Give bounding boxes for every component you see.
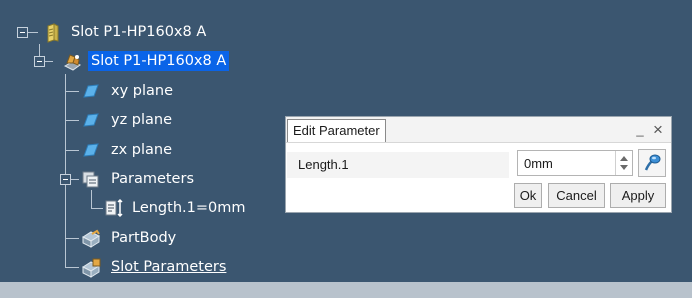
tree-connector bbox=[91, 208, 103, 209]
dialog-titlebar[interactable]: Edit Parameter _ × bbox=[286, 117, 671, 143]
minimize-icon: _ bbox=[636, 122, 644, 137]
tree-item-label: Slot P1-HP160x8 A bbox=[71, 24, 207, 40]
collapse-toggle-root[interactable] bbox=[17, 27, 28, 38]
tree-item-label: Slot P1-HP160x8 A bbox=[88, 51, 230, 71]
status-strip bbox=[0, 282, 692, 298]
apply-button[interactable]: Apply bbox=[610, 183, 666, 208]
knowledge-parameters-icon[interactable] bbox=[80, 257, 102, 279]
tree-item-root[interactable]: Slot P1-HP160x8 A bbox=[68, 19, 209, 45]
edit-parameter-dialog: Edit Parameter _ × Length.1 Ok Cancel Ap… bbox=[285, 116, 672, 213]
tree-item-parameters[interactable]: Parameters bbox=[108, 166, 197, 192]
collapse-toggle-parameters[interactable] bbox=[60, 174, 71, 185]
tree-item-label: xy plane bbox=[111, 83, 174, 99]
value-input[interactable] bbox=[518, 151, 614, 175]
plane-icon[interactable] bbox=[80, 81, 102, 103]
parameters-icon[interactable] bbox=[80, 169, 102, 191]
tree-connector bbox=[65, 91, 79, 92]
product-icon[interactable] bbox=[42, 22, 64, 44]
close-icon: × bbox=[653, 120, 663, 139]
tree-connector bbox=[28, 32, 38, 33]
dialog-title: Edit Parameter bbox=[287, 119, 386, 142]
tree-item-zx-plane[interactable]: zx plane bbox=[108, 137, 175, 163]
tree-connector bbox=[65, 238, 79, 239]
cancel-button[interactable]: Cancel bbox=[548, 183, 605, 208]
value-spinbox[interactable] bbox=[517, 150, 633, 176]
tree-item-label: yz plane bbox=[111, 112, 173, 128]
spin-down-icon[interactable] bbox=[620, 165, 628, 170]
tree-item-yz-plane[interactable]: yz plane bbox=[108, 107, 175, 133]
tree-connector bbox=[65, 267, 79, 268]
partbody-icon[interactable] bbox=[80, 228, 102, 250]
ok-button[interactable]: Ok bbox=[514, 183, 542, 208]
tree-item-label: Slot Parameters bbox=[111, 259, 227, 275]
length-parameter-icon[interactable] bbox=[104, 197, 126, 219]
tree-item-label: zx plane bbox=[111, 142, 173, 158]
tree-item-xy-plane[interactable]: xy plane bbox=[108, 78, 176, 104]
tree-item-label: PartBody bbox=[111, 230, 177, 246]
tree-item-part[interactable]: Slot P1-HP160x8 A bbox=[88, 48, 230, 74]
parameter-name-label: Length.1 bbox=[287, 152, 509, 178]
close-button[interactable]: × bbox=[650, 120, 666, 139]
plane-icon[interactable] bbox=[80, 140, 102, 162]
tree-connector bbox=[65, 120, 79, 121]
plane-icon[interactable] bbox=[80, 110, 102, 132]
tree-item-label: Parameters bbox=[111, 171, 194, 187]
tree-item-label: Length.1=0mm bbox=[132, 200, 246, 216]
part-icon[interactable] bbox=[62, 51, 84, 73]
tree-item-partbody[interactable]: PartBody bbox=[108, 225, 179, 251]
tree-item-length-parameter[interactable]: Length.1=0mm bbox=[129, 195, 248, 221]
formula-button[interactable] bbox=[638, 149, 666, 177]
spin-up-icon[interactable] bbox=[620, 156, 628, 161]
tree-item-slot-parameters[interactable]: Slot Parameters bbox=[108, 254, 229, 280]
tree-connector bbox=[65, 150, 79, 151]
formula-icon bbox=[644, 154, 661, 171]
minimize-button[interactable]: _ bbox=[632, 121, 648, 139]
tree-connector bbox=[91, 190, 92, 208]
collapse-toggle-part[interactable] bbox=[34, 56, 45, 67]
spin-arrows[interactable] bbox=[615, 151, 632, 175]
